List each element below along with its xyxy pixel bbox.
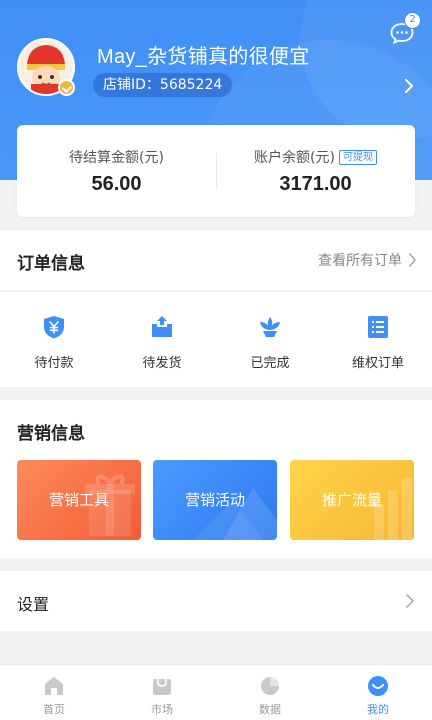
document-list-icon <box>368 316 388 338</box>
marketing-card-label: 营销工具 <box>48 491 109 509</box>
tab-label: 我的 <box>367 703 389 716</box>
shop-id: 店铺ID：5685224 <box>93 73 233 97</box>
order-status-completed[interactable]: 已完成 <box>216 292 324 388</box>
marketing-activities-card[interactable]: 营销活动 <box>153 460 277 540</box>
tab-mine[interactable]: 我的 <box>324 665 432 720</box>
order-status-pending-payment[interactable]: 待付款 <box>0 292 108 388</box>
pie-chart-icon <box>261 677 279 695</box>
order-status-label: 待发货 <box>142 356 182 371</box>
tab-home[interactable]: 首页 <box>0 665 108 720</box>
orders-header: 订单信息 查看所有订单 <box>0 230 432 290</box>
account-label-row: 账户余额(元) 可提现 <box>216 147 415 167</box>
marketing-tools-card[interactable]: 营销工具 <box>17 460 141 540</box>
pending-value: 56.00 <box>91 173 142 195</box>
account-value: 3171.00 <box>279 173 352 195</box>
view-all-orders-link[interactable]: 查看所有订单 <box>318 250 417 270</box>
settings-row[interactable]: 设置 <box>0 571 432 631</box>
account-balance[interactable]: 账户余额(元) 可提现 3171.00 <box>216 125 415 217</box>
profile-smile-icon <box>368 676 388 696</box>
tab-data[interactable]: 数据 <box>216 665 324 720</box>
tab-market[interactable]: 市场 <box>108 665 216 720</box>
order-status-label: 维权订单 <box>351 356 404 371</box>
tab-label: 数据 <box>259 703 281 716</box>
chevron-right-icon <box>409 253 417 267</box>
order-status-label: 已完成 <box>250 356 290 371</box>
marketing-card-label: 推广流量 <box>321 491 382 509</box>
withdraw-tag[interactable]: 可提现 <box>338 150 377 165</box>
shop-name: May_杂货铺真的很便宜 <box>97 46 310 68</box>
settings-label: 设置 <box>17 595 50 614</box>
chevron-right-icon[interactable] <box>402 78 416 94</box>
yuan-shield-icon <box>44 316 64 339</box>
tab-label: 首页 <box>43 703 65 716</box>
view-all-label: 查看所有订单 <box>318 253 402 269</box>
box-upload-icon <box>152 316 172 337</box>
bottom-tab-bar: 首页 市场 数据 我的 <box>0 664 432 720</box>
account-label: 账户余额(元) <box>254 150 335 166</box>
marketing-section: 营销信息 营销工具 营销活动 推广流量 <box>0 400 432 558</box>
verified-badge-icon <box>58 79 75 96</box>
marketing-title: 营销信息 <box>17 424 85 444</box>
lotus-icon <box>260 317 280 337</box>
order-status-to-ship[interactable]: 待发货 <box>108 292 216 388</box>
order-status-label: 待付款 <box>34 356 74 371</box>
order-status-disputes[interactable]: 维权订单 <box>324 292 432 388</box>
chevron-right-icon <box>406 594 415 608</box>
marketing-card-label: 营销活动 <box>184 491 245 509</box>
pending-label: 待结算金额(元) <box>69 150 164 166</box>
pending-settlement[interactable]: 待结算金额(元) 56.00 <box>17 125 216 217</box>
home-icon <box>45 677 63 695</box>
balance-card: 待结算金额(元) 56.00 账户余额(元) 可提现 3171.00 <box>17 125 415 217</box>
orders-title: 订单信息 <box>17 254 85 274</box>
message-count-badge: 2 <box>404 12 421 29</box>
shopping-bag-icon <box>153 679 171 695</box>
order-status-row: 待付款 待发货 已完成 维权订单 <box>0 291 432 387</box>
promotion-traffic-card[interactable]: 推广流量 <box>290 460 414 540</box>
tab-label: 市场 <box>151 703 173 716</box>
